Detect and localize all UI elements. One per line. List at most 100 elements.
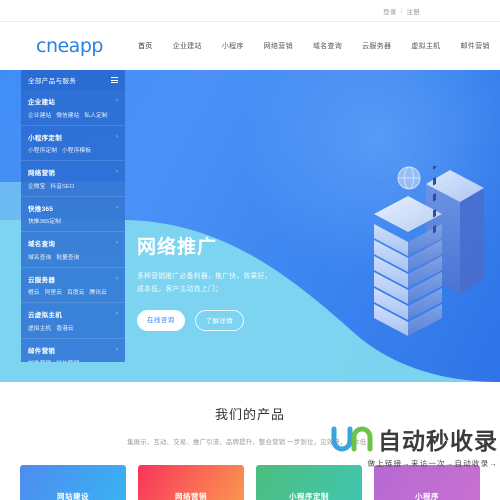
sidebar-group-header-1: 小程序定制 ›: [28, 132, 118, 142]
sidebar-sublinks-3: 快推365定制: [28, 216, 118, 225]
chevron-right-icon: ›: [116, 98, 118, 104]
sidebar-sublink-7-0[interactable]: 邮件营销: [28, 358, 51, 362]
hero-title: 网络推广: [137, 237, 218, 258]
sidebar-group-header-2: 网络营销 ›: [28, 167, 118, 177]
sidebar-sublink-4-0[interactable]: 域名查询: [28, 252, 51, 261]
product-card-label-1: 网络营销: [175, 492, 207, 500]
sidebar-menu-list: 企业建站 › 企业建站 微信建站 私人定制 小程序定制 › 小程序定制 小程序模板 网络营销 › 企微…: [21, 90, 125, 362]
site-header: cneapp 首页 企业建站 小程序 网络营销 域名查询 云服务器 虚拟主机 邮件营销: [0, 22, 500, 70]
sidebar-sublink-6-1[interactable]: 香港云: [56, 323, 73, 332]
chevron-right-icon: ›: [116, 311, 118, 317]
sidebar-group-title-5: 云服务器: [28, 276, 56, 284]
sidebar-sublink-0-2[interactable]: 私人定制: [84, 110, 107, 119]
product-card-3[interactable]: 小程序: [374, 465, 480, 500]
sidebar-sublink-0-0[interactable]: 企业建站: [28, 110, 51, 119]
nav-item-0[interactable]: 首页: [138, 41, 153, 51]
sidebar-group-0[interactable]: 企业建站 › 企业建站 微信建站 私人定制: [21, 90, 125, 126]
sidebar-sublinks-2: 企微宝 抖音SEO: [28, 181, 118, 190]
nav-item-3[interactable]: 网络营销: [264, 41, 293, 51]
sidebar-group-header-4: 域名查询 ›: [28, 238, 118, 248]
product-card-1[interactable]: 网络营销: [138, 465, 244, 500]
nav-item-6[interactable]: 虚拟主机: [411, 41, 440, 51]
sidebar-group-2[interactable]: 网络营销 › 企微宝 抖音SEO: [21, 161, 125, 197]
sidebar-group-6[interactable]: 云虚拟主机 › 虚拟主机 香港云: [21, 303, 125, 339]
sidebar-group-3[interactable]: 快推365 › 快推365定制: [21, 197, 125, 232]
sidebar-group-title-7: 邮件营销: [28, 347, 56, 355]
hero-desc-line-2: 成本低，客户主动找上门；: [137, 286, 223, 294]
main-navigation: 首页 企业建站 小程序 网络营销 域名查询 云服务器 虚拟主机 邮件营销: [138, 41, 490, 51]
links-separator: |: [400, 7, 403, 14]
site-logo[interactable]: cneapp: [36, 35, 103, 57]
sidebar-group-title-6: 云虚拟主机: [28, 312, 62, 319]
sidebar-sublink-2-0[interactable]: 企微宝: [28, 181, 45, 190]
nav-item-7[interactable]: 邮件营销: [460, 41, 489, 51]
sidebar-sublink-1-0[interactable]: 小程序定制: [28, 145, 57, 154]
sidebar-group-header-3: 快推365 ›: [28, 203, 118, 213]
sidebar-sublinks-6: 虚拟主机 香港云: [28, 323, 118, 332]
server-illustration: [374, 166, 484, 336]
hero-description: 多种营销推广必备利器，推广快，效果好， 成本低，客户主动找上门；: [137, 270, 347, 297]
hamburger-icon[interactable]: [111, 77, 118, 83]
learn-more-button[interactable]: 了解详情: [194, 309, 245, 331]
sidebar-sublink-4-1[interactable]: 批量查询: [56, 252, 79, 261]
sidebar-sublink-3-0[interactable]: 快推365定制: [28, 216, 61, 225]
products-subtitle: 集展示、互动、交易、推广引流、品牌提升、整合营销 一步到位，见效快，成本低！: [127, 439, 373, 446]
chevron-right-icon: ›: [116, 240, 118, 246]
product-sidebar: 全部产品与服务 企业建站 › 企业建站 微信建站 私人定制 小程序定制 › 小程序定制 小程序模…: [21, 70, 125, 362]
products-section: 我们的产品 集展示、互动、交易、推广引流、品牌提升、整合营销 一步到位，见效快，…: [0, 382, 500, 500]
chevron-right-icon: ›: [116, 169, 118, 175]
sidebar-sublinks-0: 企业建站 微信建站 私人定制: [28, 110, 118, 119]
product-card-row: 网站建设 网络营销 小程序定制 小程序: [20, 465, 480, 500]
sidebar-group-header-7: 邮件营销 ›: [28, 345, 118, 355]
sidebar-sublink-1-1[interactable]: 小程序模板: [62, 145, 91, 154]
sidebar-title: 全部产品与服务: [28, 78, 77, 85]
online-consult-button[interactable]: 在线咨询: [137, 309, 185, 331]
sidebar-group-7[interactable]: 邮件营销›邮件营销短信营销: [21, 339, 125, 363]
sidebar-sublink-6-0[interactable]: 虚拟主机: [28, 323, 51, 332]
nav-item-2[interactable]: 小程序: [222, 41, 244, 51]
sidebar-sublinks-1: 小程序定制 小程序模板: [28, 145, 118, 154]
sidebar-group-title-2: 网络营销: [28, 170, 56, 177]
nav-item-4[interactable]: 域名查询: [313, 41, 342, 51]
product-card-label-3: 小程序: [415, 492, 439, 500]
login-link[interactable]: 登录: [383, 6, 397, 16]
sidebar-sublink-5-2[interactable]: 百度云: [67, 287, 84, 296]
sidebar-group-header-5: 云服务器 ›: [28, 274, 118, 284]
chevron-right-icon: ›: [116, 275, 118, 282]
top-utility-bar: 登录 | 注册: [0, 0, 500, 22]
sidebar-sublink-5-1[interactable]: 阿里云: [45, 287, 62, 296]
sidebar-sublinks-5: 橙云 阿里云 百度云 腾讯云: [28, 287, 118, 296]
account-links: 登录 | 注册: [383, 6, 420, 16]
sidebar-group-title-0: 企业建站: [28, 99, 56, 106]
product-card-label-2: 小程序定制: [289, 492, 329, 500]
hero-content: 网络推广 多种营销推广必备利器，推广快，效果好， 成本低，客户主动找上门； 在线…: [137, 232, 347, 331]
sidebar-sublink-0-1[interactable]: 微信建站: [56, 110, 79, 119]
chevron-right-icon: ›: [116, 204, 118, 211]
product-card-label-0: 网站建设: [57, 492, 89, 500]
chevron-right-icon: ›: [116, 346, 118, 353]
sidebar-group-header-0: 企业建站 ›: [28, 96, 118, 106]
hero-buttons: 在线咨询 了解详情: [137, 309, 347, 331]
sidebar-group-1[interactable]: 小程序定制 › 小程序定制 小程序模板: [21, 126, 125, 161]
sidebar-group-5[interactable]: 云服务器 › 橙云 阿里云 百度云 腾讯云: [21, 268, 125, 303]
sidebar-sublinks-7: 邮件营销 短信营销: [28, 358, 118, 362]
product-card-2[interactable]: 小程序定制: [256, 465, 362, 500]
sidebar-sublink-5-3[interactable]: 腾讯云: [89, 287, 106, 296]
sidebar-group-title-4: 域名查询: [28, 241, 56, 248]
globe-icon: [397, 166, 421, 190]
sidebar-sublink-5-0[interactable]: 橙云: [28, 287, 40, 296]
products-title: 我们的产品: [214, 407, 285, 422]
hero-banner: 全部产品与服务 企业建站 › 企业建站 微信建站 私人定制 小程序定制 › 小程序定制 小程序模…: [0, 70, 500, 382]
sidebar-header[interactable]: 全部产品与服务: [21, 70, 125, 90]
sidebar-sublink-7-1[interactable]: 短信营销: [56, 358, 79, 362]
sidebar-group-4[interactable]: 域名查询 › 域名查询 批量查询: [21, 232, 125, 268]
nav-item-5[interactable]: 云服务器: [362, 41, 391, 51]
sidebar-sublink-2-1[interactable]: 抖音SEO: [50, 181, 74, 190]
sidebar-group-title-1: 小程序定制: [28, 134, 62, 142]
register-link[interactable]: 注册: [406, 6, 420, 16]
product-card-0[interactable]: 网站建设: [20, 465, 126, 500]
chevron-right-icon: ›: [116, 133, 118, 140]
nav-item-1[interactable]: 企业建站: [173, 41, 202, 51]
hero-desc-line-1: 多种营销推广必备利器，推广快，效果好，: [137, 273, 272, 280]
sidebar-sublinks-4: 域名查询 批量查询: [28, 252, 118, 261]
